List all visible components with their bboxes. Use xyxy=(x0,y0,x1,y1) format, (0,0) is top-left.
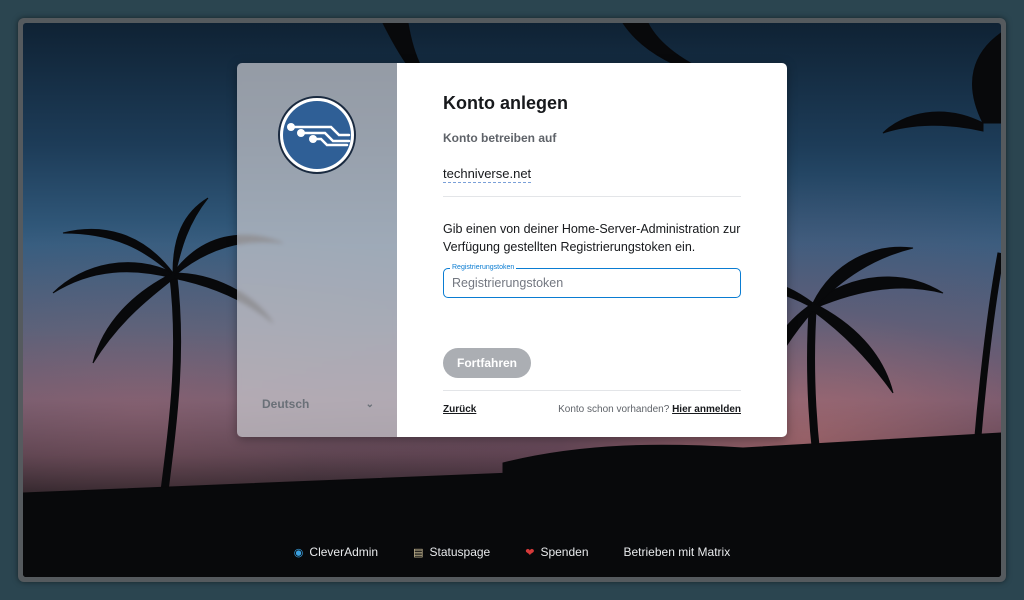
footer-link-statuspage[interactable]: ▤ Statuspage xyxy=(413,545,490,559)
footer-link-label: Statuspage xyxy=(429,545,491,559)
card-footer: Zurück Konto schon vorhanden? Hier anmel… xyxy=(443,404,741,415)
footer-link-label: Spenden xyxy=(540,545,589,559)
globe-icon: ◉ xyxy=(293,546,304,559)
card-main: Konto anlegen Konto betreiben auf techni… xyxy=(397,63,787,437)
background-scene: Deutsch ⌄ Konto anlegen Konto betreiben … xyxy=(23,23,1001,577)
heart-icon: ❤ xyxy=(525,546,535,559)
footer-link-label: CleverAdmin xyxy=(309,545,379,559)
server-logo-icon xyxy=(278,96,356,174)
window-frame: Deutsch ⌄ Konto anlegen Konto betreiben … xyxy=(18,18,1006,582)
card-sidebar: Deutsch ⌄ xyxy=(237,63,397,437)
continue-button[interactable]: Fortfahren xyxy=(443,348,531,378)
back-link[interactable]: Zurück xyxy=(443,404,476,415)
footer-links: ◉ CleverAdmin ▤ Statuspage ❤ Spenden Bet… xyxy=(23,545,1001,559)
homeserver-value[interactable]: techniverse.net xyxy=(443,166,532,183)
footer-link-matrix[interactable]: Betrieben mit Matrix xyxy=(624,545,731,559)
footer-link-spenden[interactable]: ❤ Spenden xyxy=(525,545,588,559)
token-field-label: Registrierungstoken xyxy=(450,263,517,272)
login-prompt: Konto schon vorhanden? Hier anmelden xyxy=(558,404,741,415)
have-account-text: Konto schon vorhanden? xyxy=(558,404,670,415)
token-description: Gib einen von deiner Home-Server-Adminis… xyxy=(443,222,741,254)
language-selected: Deutsch xyxy=(262,397,310,411)
language-selector[interactable]: Deutsch ⌄ xyxy=(262,397,374,411)
footer-link-cleveradmin[interactable]: ◉ CleverAdmin xyxy=(294,545,378,559)
chart-icon: ▤ xyxy=(413,546,424,559)
registration-card: Deutsch ⌄ Konto anlegen Konto betreiben … xyxy=(237,63,787,437)
chevron-down-icon: ⌄ xyxy=(365,398,374,410)
divider xyxy=(443,196,741,197)
token-input[interactable] xyxy=(444,269,740,297)
divider xyxy=(443,390,741,391)
homeserver-label: Konto betreiben auf xyxy=(443,131,557,145)
footer-link-label: Betrieben mit Matrix xyxy=(623,545,731,559)
login-link[interactable]: Hier anmelden xyxy=(672,404,741,415)
token-field: Registrierungstoken xyxy=(443,263,741,298)
page-title: Konto anlegen xyxy=(443,93,568,113)
